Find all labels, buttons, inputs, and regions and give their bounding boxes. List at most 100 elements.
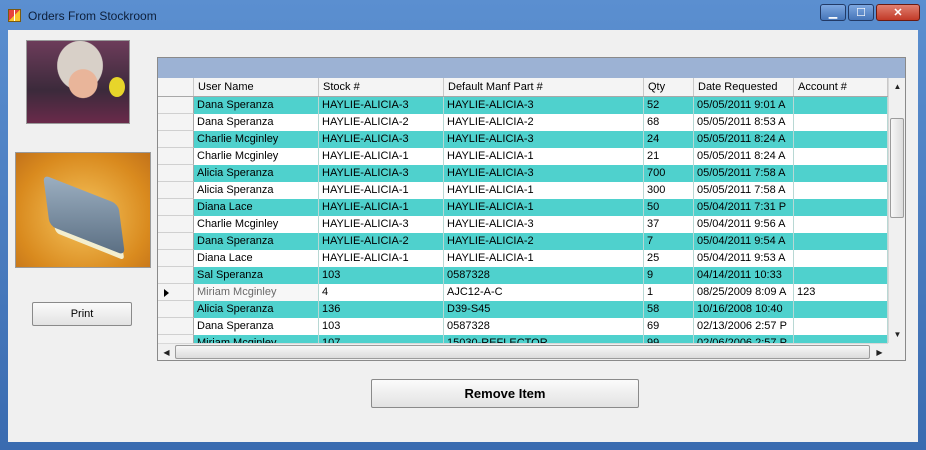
- cell-manf-part[interactable]: HAYLIE-ALICIA-1: [444, 182, 644, 199]
- cell-user-name[interactable]: Dana Speranza: [194, 114, 319, 131]
- cell-qty[interactable]: 37: [644, 216, 694, 233]
- table-row[interactable]: Miriam Mcginley 107 15030-REFLECTOR 99 02/06…: [158, 335, 888, 343]
- cell-user-name[interactable]: Miriam Mcginley: [194, 284, 319, 301]
- column-header-manf-part[interactable]: Default Manf Part #: [444, 78, 644, 96]
- cell-manf-part[interactable]: HAYLIE-ALICIA-3: [444, 97, 644, 114]
- cell-manf-part[interactable]: HAYLIE-ALICIA-1: [444, 250, 644, 267]
- maximize-button[interactable]: ☐: [848, 4, 874, 21]
- cell-user-name[interactable]: Charlie Mcginley: [194, 148, 319, 165]
- cell-manf-part[interactable]: HAYLIE-ALICIA-3: [444, 165, 644, 182]
- remove-item-button[interactable]: Remove Item: [371, 379, 639, 408]
- cell-user-name[interactable]: Dana Speranza: [194, 233, 319, 250]
- table-row[interactable]: Charlie Mcginley HAYLIE-ALICIA-3 HAYLIE-AL…: [158, 216, 888, 233]
- table-row[interactable]: Dana Speranza HAYLIE-ALICIA-3 HAYLIE-ALICI…: [158, 97, 888, 114]
- row-header[interactable]: [158, 233, 194, 250]
- cell-date-requested[interactable]: 04/14/2011 10:33: [694, 267, 794, 284]
- cell-manf-part[interactable]: 0587328: [444, 267, 644, 284]
- row-header[interactable]: [158, 267, 194, 284]
- cell-qty[interactable]: 21: [644, 148, 694, 165]
- cell-account[interactable]: [794, 148, 888, 165]
- cell-date-requested[interactable]: 05/05/2011 7:58 A: [694, 182, 794, 199]
- scroll-down-icon[interactable]: ▼: [889, 326, 905, 343]
- cell-stock[interactable]: 136: [319, 301, 444, 318]
- cell-date-requested[interactable]: 05/04/2011 9:53 A: [694, 250, 794, 267]
- cell-account[interactable]: [794, 250, 888, 267]
- cell-user-name[interactable]: Alicia Speranza: [194, 182, 319, 199]
- cell-stock[interactable]: HAYLIE-ALICIA-3: [319, 165, 444, 182]
- cell-account[interactable]: [794, 165, 888, 182]
- table-row[interactable]: Miriam Mcginley 4 AJC12-A-C 1 08/25/2009 8:0…: [158, 284, 888, 301]
- column-header-stock[interactable]: Stock #: [319, 78, 444, 96]
- cell-manf-part[interactable]: 15030-REFLECTOR: [444, 335, 644, 343]
- table-row[interactable]: Sal Speranza 103 0587328 9 04/14/2011 10:33: [158, 267, 888, 284]
- cell-date-requested[interactable]: 02/06/2006 2:57 P: [694, 335, 794, 343]
- cell-stock[interactable]: HAYLIE-ALICIA-3: [319, 131, 444, 148]
- row-header[interactable]: [158, 148, 194, 165]
- cell-manf-part[interactable]: HAYLIE-ALICIA-1: [444, 148, 644, 165]
- cell-account[interactable]: [794, 301, 888, 318]
- title-bar[interactable]: Orders From Stockroom ▁ ☐ ✕: [0, 0, 926, 30]
- row-header[interactable]: [158, 318, 194, 335]
- row-header[interactable]: [158, 250, 194, 267]
- scroll-right-icon[interactable]: ▶: [871, 344, 888, 360]
- cell-account[interactable]: [794, 267, 888, 284]
- cell-date-requested[interactable]: 05/04/2011 9:56 A: [694, 216, 794, 233]
- cell-date-requested[interactable]: 05/04/2011 7:31 P: [694, 199, 794, 216]
- cell-stock[interactable]: 4: [319, 284, 444, 301]
- close-button[interactable]: ✕: [876, 4, 920, 21]
- row-header[interactable]: [158, 97, 194, 114]
- orders-grid[interactable]: User Name Stock # Default Manf Part # Qt…: [157, 57, 906, 361]
- cell-date-requested[interactable]: 05/05/2011 7:58 A: [694, 165, 794, 182]
- cell-date-requested[interactable]: 05/04/2011 9:54 A: [694, 233, 794, 250]
- vertical-scroll-thumb[interactable]: [890, 118, 904, 218]
- scroll-left-icon[interactable]: ◀: [158, 344, 175, 360]
- cell-account[interactable]: [794, 335, 888, 343]
- cell-user-name[interactable]: Charlie Mcginley: [194, 131, 319, 148]
- cell-account[interactable]: [794, 131, 888, 148]
- cell-date-requested[interactable]: 02/13/2006 2:57 P: [694, 318, 794, 335]
- column-header-account[interactable]: Account #: [794, 78, 888, 96]
- table-row[interactable]: Diana Lace HAYLIE-ALICIA-1 HAYLIE-ALICIA-1…: [158, 199, 888, 216]
- table-row[interactable]: Dana Speranza HAYLIE-ALICIA-2 HAYLIE-ALICI…: [158, 233, 888, 250]
- row-header[interactable]: [158, 165, 194, 182]
- cell-date-requested[interactable]: 05/05/2011 8:24 A: [694, 131, 794, 148]
- cell-user-name[interactable]: Diana Lace: [194, 199, 319, 216]
- cell-qty[interactable]: 1: [644, 284, 694, 301]
- cell-manf-part[interactable]: HAYLIE-ALICIA-2: [444, 233, 644, 250]
- cell-account[interactable]: [794, 318, 888, 335]
- table-row[interactable]: Dana Speranza HAYLIE-ALICIA-2 HAYLIE-ALICI…: [158, 114, 888, 131]
- current-row-indicator[interactable]: [158, 284, 194, 301]
- cell-manf-part[interactable]: HAYLIE-ALICIA-3: [444, 216, 644, 233]
- column-header-user-name[interactable]: User Name: [194, 78, 319, 96]
- cell-qty[interactable]: 68: [644, 114, 694, 131]
- cell-account[interactable]: [794, 114, 888, 131]
- cell-manf-part[interactable]: AJC12-A-C: [444, 284, 644, 301]
- table-row[interactable]: Alicia Speranza HAYLIE-ALICIA-3 HAYLIE-ALI…: [158, 165, 888, 182]
- cell-stock[interactable]: 103: [319, 267, 444, 284]
- cell-stock[interactable]: 107: [319, 335, 444, 343]
- table-row[interactable]: Alicia Speranza 136 D39-S45 58 10/16/2008 10…: [158, 301, 888, 318]
- cell-user-name[interactable]: Dana Speranza: [194, 318, 319, 335]
- cell-user-name[interactable]: Diana Lace: [194, 250, 319, 267]
- cell-manf-part[interactable]: HAYLIE-ALICIA-3: [444, 131, 644, 148]
- table-row[interactable]: Alicia Speranza HAYLIE-ALICIA-1 HAYLIE-ALI…: [158, 182, 888, 199]
- row-header[interactable]: [158, 114, 194, 131]
- cell-stock[interactable]: HAYLIE-ALICIA-1: [319, 148, 444, 165]
- cell-account[interactable]: [794, 182, 888, 199]
- cell-qty[interactable]: 24: [644, 131, 694, 148]
- cell-manf-part[interactable]: HAYLIE-ALICIA-1: [444, 199, 644, 216]
- table-row[interactable]: Charlie Mcginley HAYLIE-ALICIA-3 HAYLIE-AL…: [158, 131, 888, 148]
- table-row[interactable]: Dana Speranza 103 0587328 69 02/13/2006 2:57…: [158, 318, 888, 335]
- cell-stock[interactable]: HAYLIE-ALICIA-1: [319, 182, 444, 199]
- cell-user-name[interactable]: Sal Speranza: [194, 267, 319, 284]
- cell-stock[interactable]: 103: [319, 318, 444, 335]
- cell-stock[interactable]: HAYLIE-ALICIA-1: [319, 199, 444, 216]
- cell-manf-part[interactable]: HAYLIE-ALICIA-2: [444, 114, 644, 131]
- cell-stock[interactable]: HAYLIE-ALICIA-3: [319, 97, 444, 114]
- cell-stock[interactable]: HAYLIE-ALICIA-1: [319, 250, 444, 267]
- cell-stock[interactable]: HAYLIE-ALICIA-3: [319, 216, 444, 233]
- cell-stock[interactable]: HAYLIE-ALICIA-2: [319, 233, 444, 250]
- cell-qty[interactable]: 50: [644, 199, 694, 216]
- cell-user-name[interactable]: Dana Speranza: [194, 97, 319, 114]
- cell-date-requested[interactable]: 08/25/2009 8:09 A: [694, 284, 794, 301]
